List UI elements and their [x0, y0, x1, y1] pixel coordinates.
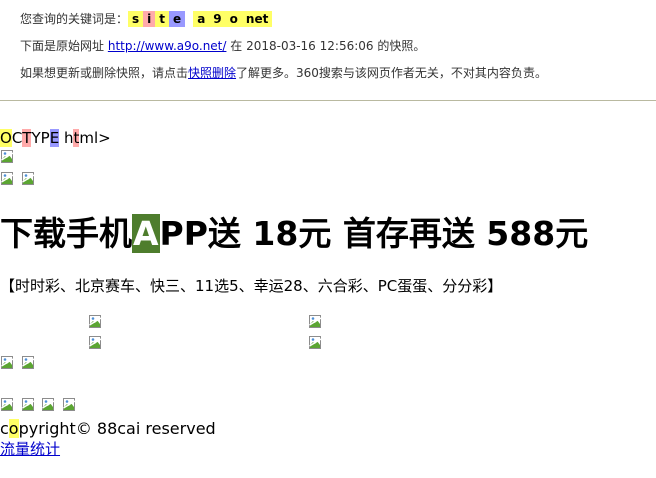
headline-before: 下载手机 [0, 214, 132, 253]
broken-image [22, 398, 34, 417]
broken-image [42, 398, 54, 417]
copyright-rest: pyright© 88cai reserved [18, 419, 216, 438]
broken-image [89, 315, 101, 334]
broken-image-icon [1, 356, 13, 369]
broken-image-icon [89, 315, 101, 328]
headline-highlight: A [132, 214, 160, 253]
stats-line: 流量统计 [0, 440, 60, 458]
broken-image-icon [22, 356, 34, 369]
doctype-text: OCTYPE html> [0, 129, 111, 147]
stats-link[interactable]: 流量统计 [0, 440, 60, 458]
broken-image [89, 336, 101, 355]
broken-image [22, 172, 34, 191]
original-prefix: 下面是原始网址 [20, 39, 105, 53]
broken-image [309, 336, 321, 355]
broken-image-icon [1, 172, 13, 185]
snapshot-notice-line: 如果想更新或删除快照，请点击快照删除了解更多。360搜索与该网页作者无关，不对其… [20, 65, 547, 81]
broken-image [309, 315, 321, 334]
broken-image [22, 356, 34, 375]
doctype-fragment: h [59, 129, 74, 147]
broken-image [1, 356, 13, 375]
query-prefix: 您查询的关键词是： [20, 12, 129, 26]
original-url-link[interactable]: http://www.a9o.net/ [108, 39, 227, 53]
doctype-fragment: Y [31, 129, 41, 147]
delete-snapshot-link[interactable]: 快照删除 [188, 66, 236, 80]
broken-image-icon [309, 336, 321, 349]
doctype-fragment: ml> [79, 129, 111, 147]
broken-image [63, 398, 75, 417]
keyword-chip: t [155, 11, 170, 27]
doctype-fragment: E [49, 129, 60, 147]
notice-suffix: 了解更多。360搜索与该网页作者无关，不对其内容负责。 [236, 66, 547, 80]
doctype-fragment: C [11, 129, 23, 147]
broken-image-icon [22, 172, 34, 185]
keyword-chip: net [241, 11, 273, 27]
broken-image-icon [309, 315, 321, 328]
copyright-first: c [0, 419, 9, 438]
broken-image-icon [63, 398, 75, 411]
copyright-highlight: o [8, 419, 19, 438]
keyword-chip: i [143, 11, 156, 27]
doctype-fragment: O [0, 129, 12, 147]
broken-image-icon [22, 398, 34, 411]
notice-prefix: 如果想更新或删除快照，请点击 [20, 66, 189, 80]
copyright-text: copyright© 88cai reserved [0, 419, 216, 439]
keyword-chip: s [128, 11, 144, 27]
snapshot-date: 在 2018-03-16 12:56:06 的快照。 [230, 39, 426, 53]
keyword-chip: a [193, 11, 210, 27]
broken-image [1, 150, 13, 169]
broken-image-icon [42, 398, 54, 411]
broken-image-icon [89, 336, 101, 349]
broken-image-icon [1, 398, 13, 411]
page-headline: 下载手机APP送 18元 首存再送 588元 [0, 214, 588, 254]
query-keywords-line: 您查询的关键词是： s i t e a 9 o net [20, 11, 273, 27]
broken-image [1, 172, 13, 191]
games-list: 【时时彩、北京赛车、快三、11选5、幸运28、六合彩、PC蛋蛋、分分彩】 [0, 277, 503, 295]
headline-after: PP送 18元 首存再送 588元 [159, 214, 589, 253]
keyword-highlights: s i t e a 9 o net [128, 11, 273, 27]
keyword-chip: 9 [209, 11, 226, 27]
keyword-chip: o [225, 11, 242, 27]
snapshot-header: 您查询的关键词是： s i t e a 9 o net 下面是原始网址 http://www.a… [0, 0, 656, 101]
broken-image-icon [1, 150, 13, 163]
doctype-fragment: P [40, 129, 50, 147]
broken-image [1, 398, 13, 417]
keyword-chip: e [169, 11, 186, 27]
original-url-line: 下面是原始网址 http://www.a9o.net/ 在 2018-03-16… [20, 38, 425, 54]
